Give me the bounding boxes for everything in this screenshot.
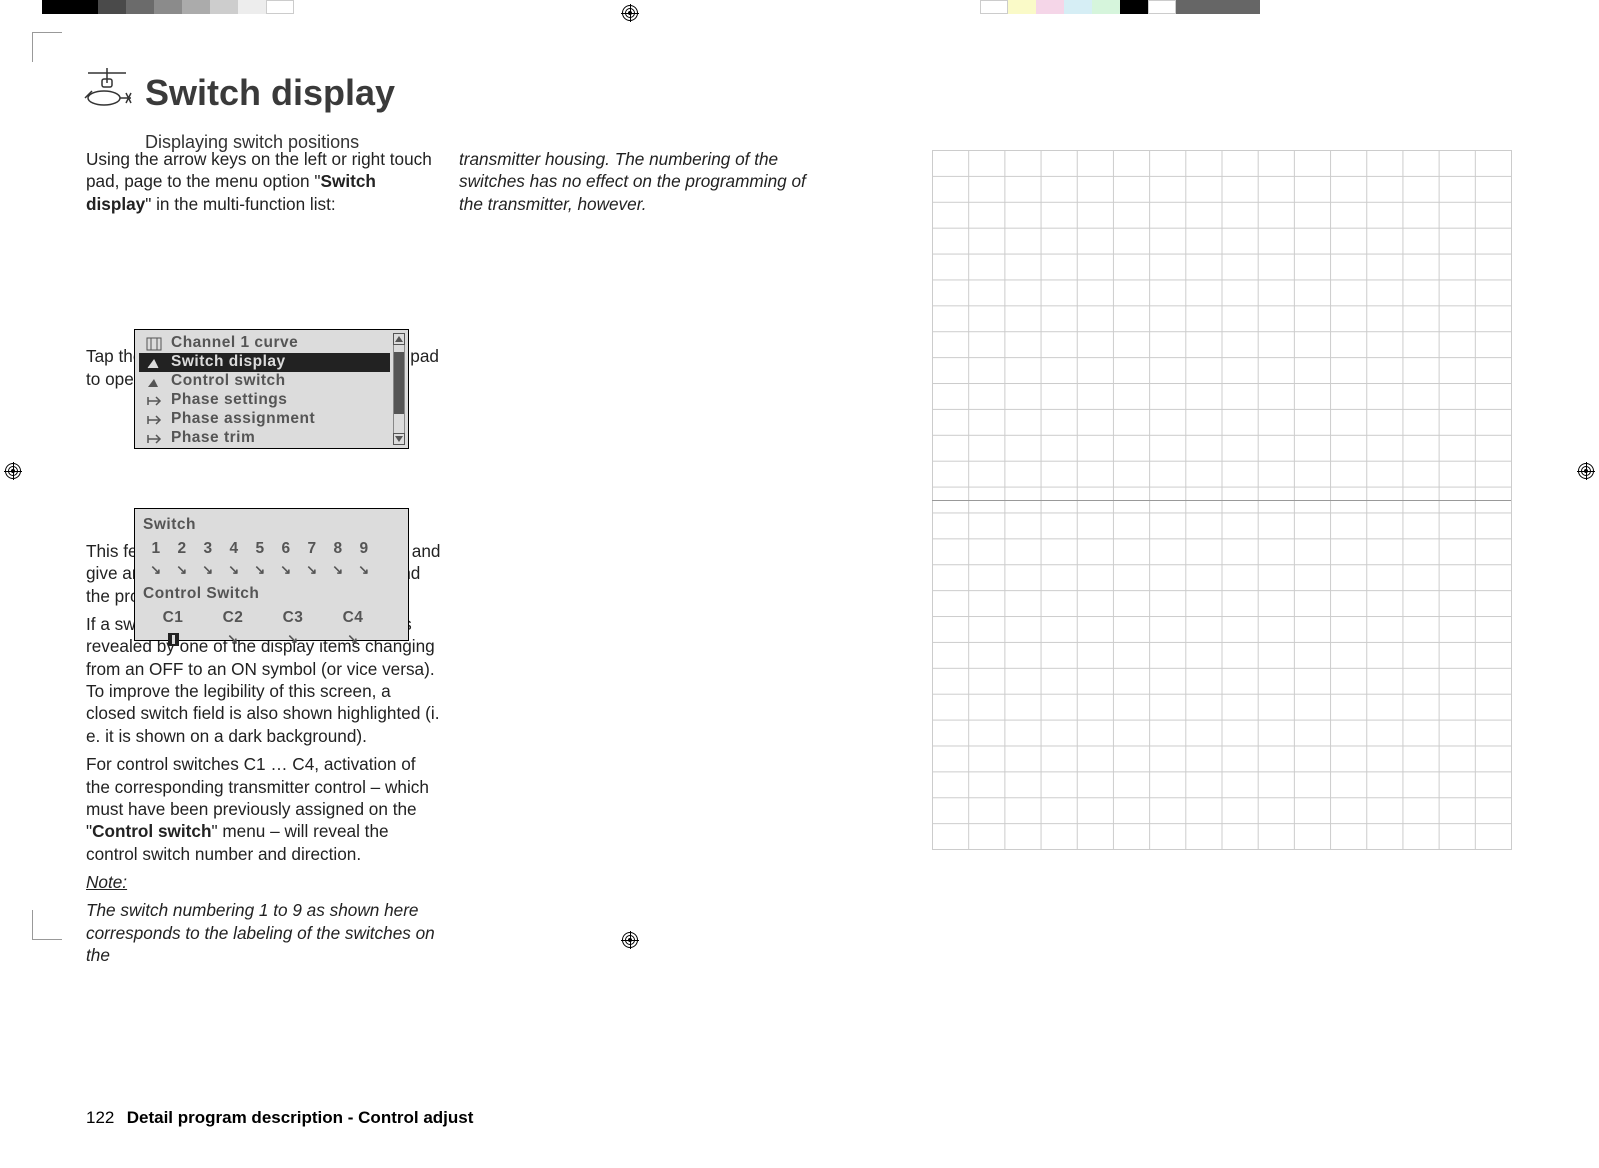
switch-num: 9 [351, 539, 377, 559]
menu-item-channel1-curve[interactable]: Channel 1 curve [139, 334, 390, 353]
control-switch-state-row: ↘ ↘ ↘ [135, 630, 408, 654]
phase-arrow-icon [145, 394, 163, 408]
menu-item-label: Control switch [171, 371, 286, 391]
lcd-menu-list: Channel 1 curve Switch display Control s… [134, 329, 409, 449]
switch-off-icon: ↘ [263, 631, 323, 651]
control-switch-id: C4 [323, 608, 383, 628]
switch-off-icon: ↘ [221, 562, 247, 579]
notes-grid [932, 150, 1512, 850]
switch-off-icon: ↘ [195, 562, 221, 579]
switch-off-icon: ↘ [323, 631, 383, 651]
body-paragraph: For control switches C1 … C4, activation… [86, 753, 441, 865]
page-title: Switch display [145, 72, 395, 114]
switch-num: 5 [247, 539, 273, 559]
switch-icon [145, 375, 163, 389]
text: Using the arrow keys on the left or righ… [86, 149, 432, 191]
menu-item-control-switch[interactable]: Control switch [139, 372, 390, 391]
note-text: The switch numbering 1 to 9 as shown her… [86, 899, 441, 966]
switch-off-icon: ↘ [143, 562, 169, 579]
scroll-track[interactable] [393, 345, 405, 433]
menu-item-phase-assignment[interactable]: Phase assignment [139, 410, 390, 429]
switch-num: 2 [169, 539, 195, 559]
note-continuation: transmitter housing. The numbering of th… [459, 148, 814, 215]
menu-item-label: Phase trim [171, 428, 255, 448]
page-content: Switch display Displaying switch positio… [74, 40, 1524, 1128]
switch-off-icon: ↘ [247, 562, 273, 579]
switch-off-icon: ↘ [299, 562, 325, 579]
control-switch-id-row: C1 C2 C3 C4 [135, 606, 408, 630]
text: " in the multi-function list: [145, 194, 335, 214]
intro-paragraph: Using the arrow keys on the left or righ… [86, 148, 441, 215]
scroll-up-button[interactable] [393, 333, 405, 345]
lcd-switch-status: Switch 1 2 3 4 5 6 7 8 9 ↘ ↘ ↘ ↘ ↘ ↘ ↘ ↘ [134, 508, 409, 641]
switch-off-icon: ↘ [325, 562, 351, 579]
footer-title: Detail program description - Control adj… [127, 1108, 474, 1127]
switch-num: 1 [143, 539, 169, 559]
switch-num: 6 [273, 539, 299, 559]
control-switch-label: Control Switch [135, 582, 408, 606]
menu-item-switch-display[interactable]: Switch display [139, 353, 390, 372]
switch-num: 3 [195, 539, 221, 559]
registration-mark-icon [1575, 460, 1597, 482]
switch-off-icon: ↘ [203, 631, 263, 651]
scroll-down-button[interactable] [393, 433, 405, 445]
switch-section-label: Switch [135, 509, 408, 537]
curve-icon [145, 337, 163, 351]
registration-mark-icon [2, 460, 24, 482]
control-switch-id: C3 [263, 608, 323, 628]
control-switch-id: C2 [203, 608, 263, 628]
scrollbar[interactable] [393, 333, 405, 445]
page-number: 122 [86, 1108, 122, 1128]
switch-number-row: 1 2 3 4 5 6 7 8 9 [135, 537, 408, 561]
phase-arrow-icon [145, 432, 163, 446]
menu-item-label: Phase assignment [171, 409, 315, 429]
menu-item-phase-trim[interactable]: Phase trim [139, 429, 390, 448]
menu-ref: Control switch [92, 821, 211, 841]
control-switch-id: C1 [143, 608, 203, 628]
registration-mark-icon [619, 2, 641, 24]
menu-item-label: Phase settings [171, 390, 287, 410]
switch-off-icon: ↘ [273, 562, 299, 579]
note-label: Note: [86, 871, 127, 893]
crop-mark-icon [4, 4, 34, 34]
menu-item-phase-settings[interactable]: Phase settings [139, 391, 390, 410]
phase-arrow-icon [145, 413, 163, 427]
switch-off-icon: ↘ [351, 562, 377, 579]
menu-item-label: Channel 1 curve [171, 333, 298, 353]
column-2: transmitter housing. The numbering of th… [459, 148, 814, 221]
crop-mark-icon [4, 938, 34, 968]
menu-item-label: Switch display [171, 352, 286, 372]
switch-num: 4 [221, 539, 247, 559]
control-switch-on-icon [143, 632, 203, 652]
print-calibration-bar [0, 0, 1599, 14]
switch-state-row: ↘ ↘ ↘ ↘ ↘ ↘ ↘ ↘ ↘ [135, 561, 408, 582]
helicopter-icon [82, 65, 132, 115]
switch-icon [145, 356, 163, 370]
switch-off-icon: ↘ [169, 562, 195, 579]
column-1: Using the arrow keys on the left or righ… [86, 148, 441, 972]
switch-num: 7 [299, 539, 325, 559]
page-footer: 122 Detail program description - Control… [86, 1108, 473, 1128]
switch-num: 8 [325, 539, 351, 559]
